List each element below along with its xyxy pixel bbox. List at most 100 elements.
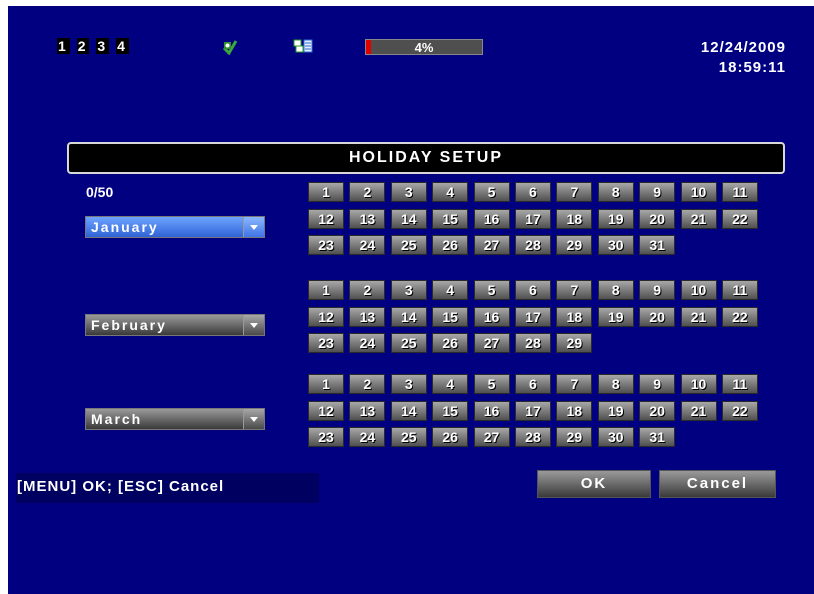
day-button[interactable]: 23 xyxy=(308,427,344,447)
day-button[interactable]: 4 xyxy=(432,280,469,300)
day-button[interactable]: 15 xyxy=(432,208,469,229)
day-button[interactable]: 4 xyxy=(432,374,469,394)
day-button[interactable]: 18 xyxy=(556,306,593,327)
day-button[interactable]: 1 xyxy=(308,280,344,300)
day-button[interactable]: 24 xyxy=(349,235,386,255)
day-button[interactable]: 14 xyxy=(390,208,427,229)
month-select-2[interactable]: February xyxy=(85,314,265,336)
day-button[interactable]: 20 xyxy=(639,306,676,327)
day-button[interactable]: 8 xyxy=(597,182,634,202)
day-button[interactable]: 26 xyxy=(432,333,469,353)
chevron-down-icon[interactable] xyxy=(243,409,264,429)
day-button[interactable]: 2 xyxy=(349,182,386,202)
day-button[interactable]: 16 xyxy=(473,400,510,421)
day-button[interactable]: 26 xyxy=(432,427,469,447)
day-button[interactable]: 11 xyxy=(721,182,758,202)
day-button[interactable]: 6 xyxy=(514,374,551,394)
day-button[interactable]: 8 xyxy=(597,374,634,394)
day-button[interactable]: 22 xyxy=(721,306,758,327)
day-button[interactable]: 6 xyxy=(514,182,551,202)
day-button[interactable]: 10 xyxy=(680,374,717,394)
day-button[interactable]: 23 xyxy=(308,235,344,255)
ok-button[interactable]: OK xyxy=(537,470,651,498)
day-button[interactable]: 12 xyxy=(308,208,344,229)
day-button[interactable]: 13 xyxy=(349,400,386,421)
day-button[interactable]: 29 xyxy=(556,427,593,447)
day-button[interactable]: 11 xyxy=(721,280,758,300)
month-select-1[interactable]: January xyxy=(85,216,265,238)
day-button[interactable]: 14 xyxy=(390,400,427,421)
day-button[interactable]: 29 xyxy=(556,333,593,353)
day-button[interactable]: 26 xyxy=(432,235,469,255)
day-button[interactable]: 30 xyxy=(597,427,634,447)
chevron-down-icon[interactable] xyxy=(243,217,264,237)
day-button[interactable]: 12 xyxy=(308,306,344,327)
day-button[interactable]: 7 xyxy=(556,280,593,300)
day-button[interactable]: 6 xyxy=(514,280,551,300)
day-button[interactable]: 22 xyxy=(721,400,758,421)
day-button[interactable]: 9 xyxy=(639,182,676,202)
day-button[interactable]: 28 xyxy=(514,427,551,447)
month-select-3[interactable]: March xyxy=(85,408,265,430)
day-button[interactable]: 19 xyxy=(597,306,634,327)
day-button[interactable]: 2 xyxy=(349,280,386,300)
day-button[interactable]: 29 xyxy=(556,235,593,255)
day-button[interactable]: 25 xyxy=(390,235,427,255)
day-button[interactable]: 28 xyxy=(514,333,551,353)
day-button[interactable]: 10 xyxy=(680,280,717,300)
day-button[interactable]: 20 xyxy=(639,400,676,421)
day-button[interactable]: 14 xyxy=(390,306,427,327)
day-button[interactable]: 27 xyxy=(473,333,510,353)
day-button[interactable]: 30 xyxy=(597,235,634,255)
day-button[interactable]: 20 xyxy=(639,208,676,229)
day-button[interactable]: 9 xyxy=(639,280,676,300)
day-button[interactable]: 5 xyxy=(473,280,510,300)
camera-indicator: 1 xyxy=(57,38,70,54)
day-button[interactable]: 25 xyxy=(390,333,427,353)
day-button[interactable]: 17 xyxy=(514,306,551,327)
day-button[interactable]: 13 xyxy=(349,208,386,229)
day-button[interactable]: 10 xyxy=(680,182,717,202)
day-button[interactable]: 3 xyxy=(390,280,427,300)
day-button[interactable]: 18 xyxy=(556,208,593,229)
day-button[interactable]: 3 xyxy=(390,182,427,202)
day-button[interactable]: 16 xyxy=(473,208,510,229)
day-button[interactable]: 12 xyxy=(308,400,344,421)
day-button[interactable]: 1 xyxy=(308,374,344,394)
day-button[interactable]: 11 xyxy=(721,374,758,394)
day-button[interactable]: 27 xyxy=(473,427,510,447)
day-button[interactable]: 25 xyxy=(390,427,427,447)
day-button[interactable]: 17 xyxy=(514,400,551,421)
day-button[interactable]: 13 xyxy=(349,306,386,327)
day-button[interactable]: 15 xyxy=(432,400,469,421)
day-button[interactable]: 7 xyxy=(556,182,593,202)
day-button[interactable]: 24 xyxy=(349,333,386,353)
day-button[interactable]: 31 xyxy=(639,235,676,255)
day-button[interactable]: 1 xyxy=(308,182,344,202)
day-button[interactable]: 17 xyxy=(514,208,551,229)
day-button[interactable]: 21 xyxy=(680,306,717,327)
cancel-button[interactable]: Cancel xyxy=(659,470,776,498)
day-button[interactable]: 15 xyxy=(432,306,469,327)
day-button[interactable]: 24 xyxy=(349,427,386,447)
day-button[interactable]: 7 xyxy=(556,374,593,394)
day-button[interactable]: 23 xyxy=(308,333,344,353)
day-button[interactable]: 21 xyxy=(680,400,717,421)
day-button[interactable]: 19 xyxy=(597,208,634,229)
day-button[interactable]: 22 xyxy=(721,208,758,229)
chevron-down-icon[interactable] xyxy=(243,315,264,335)
day-button[interactable]: 9 xyxy=(639,374,676,394)
day-button[interactable]: 5 xyxy=(473,182,510,202)
day-button[interactable]: 21 xyxy=(680,208,717,229)
day-button[interactable]: 3 xyxy=(390,374,427,394)
day-button[interactable]: 31 xyxy=(639,427,676,447)
day-button[interactable]: 5 xyxy=(473,374,510,394)
day-button[interactable]: 2 xyxy=(349,374,386,394)
day-button[interactable]: 16 xyxy=(473,306,510,327)
day-button[interactable]: 28 xyxy=(514,235,551,255)
day-button[interactable]: 8 xyxy=(597,280,634,300)
day-button[interactable]: 18 xyxy=(556,400,593,421)
day-button[interactable]: 19 xyxy=(597,400,634,421)
day-button[interactable]: 27 xyxy=(473,235,510,255)
day-button[interactable]: 4 xyxy=(432,182,469,202)
